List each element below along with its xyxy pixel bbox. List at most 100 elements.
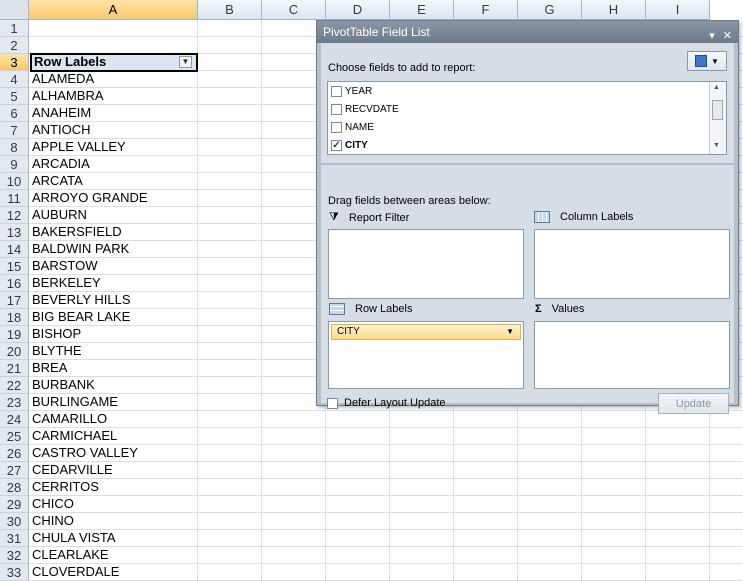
row-header-23[interactable]: 23 [0, 394, 29, 411]
city-cell[interactable]: ALHAMBRA [30, 88, 198, 104]
field-item-name[interactable]: NAME [331, 118, 374, 136]
city-cell[interactable]: CLOVERDALE [30, 564, 198, 580]
row-header-16[interactable]: 16 [0, 275, 29, 292]
city-cell[interactable]: APPLE VALLEY [30, 139, 198, 155]
city-cell[interactable]: BIG BEAR LAKE [30, 309, 198, 325]
row-header-30[interactable]: 30 [0, 513, 29, 530]
field-list-scrollbar[interactable]: ▲ ▼ [709, 82, 726, 154]
city-cell[interactable]: CLEARLAKE [30, 547, 198, 563]
column-labels-area[interactable] [534, 229, 730, 299]
city-cell[interactable]: ARROYO GRANDE [30, 190, 198, 206]
panel-title-bar[interactable]: PivotTable Field List ▾ ✕ [317, 21, 738, 43]
scroll-thumb[interactable] [712, 100, 723, 120]
city-cell[interactable]: ALAMEDA [30, 71, 198, 87]
checkbox[interactable] [331, 103, 342, 115]
city-cell[interactable]: ARCADIA [30, 156, 198, 172]
column-header-d[interactable]: D [326, 0, 390, 20]
row-header-18[interactable]: 18 [0, 309, 29, 326]
row-header-29[interactable]: 29 [0, 496, 29, 513]
row-labels-area[interactable]: CITY ▼ [328, 321, 524, 389]
update-button[interactable]: Update [658, 393, 729, 414]
select-all-corner[interactable] [0, 0, 29, 20]
row-header-3[interactable]: 3 [0, 54, 29, 71]
city-cell[interactable]: BISHOP [30, 326, 198, 342]
field-item-recvdate[interactable]: RECVDATE [331, 100, 399, 118]
column-header-c[interactable]: C [262, 0, 326, 20]
city-cell[interactable]: CEDARVILLE [30, 462, 198, 478]
row-header-6[interactable]: 6 [0, 105, 29, 122]
city-cell[interactable]: ARCATA [30, 173, 198, 189]
row-header-13[interactable]: 13 [0, 224, 29, 241]
row-header-4[interactable]: 4 [0, 71, 29, 88]
column-header-i[interactable]: I [646, 0, 710, 20]
drag-fields-label: Drag fields between areas below: [328, 195, 491, 207]
row-field-city[interactable]: CITY ▼ [331, 324, 521, 340]
column-header-e[interactable]: E [390, 0, 454, 20]
row-labels-header-cell[interactable]: Row Labels ▼ [30, 53, 198, 72]
row-header-27[interactable]: 27 [0, 462, 29, 479]
row-header-1[interactable]: 1 [0, 20, 29, 37]
field-item-year[interactable]: YEAR [331, 82, 372, 100]
chevron-down-icon[interactable]: ▼ [506, 325, 514, 339]
city-cell[interactable]: BAKERSFIELD [30, 224, 198, 240]
row-header-10[interactable]: 10 [0, 173, 29, 190]
report-filter-area[interactable] [328, 229, 524, 299]
city-cell[interactable]: BEVERLY HILLS [30, 292, 198, 308]
checkbox[interactable] [331, 121, 342, 133]
row-header-26[interactable]: 26 [0, 445, 29, 462]
city-cell[interactable]: CHINO [30, 513, 198, 529]
checkbox-checked[interactable]: ✓ [331, 139, 342, 151]
city-cell[interactable]: BURLINGAME [30, 394, 198, 410]
field-item-city[interactable]: ✓ CITY [331, 136, 368, 154]
column-header-b[interactable]: B [198, 0, 262, 20]
scroll-up-icon[interactable]: ▲ [713, 84, 720, 91]
city-cell[interactable]: BURBANK [30, 377, 198, 393]
row-header-21[interactable]: 21 [0, 360, 29, 377]
city-cell[interactable]: BREA [30, 360, 198, 376]
row-header-33[interactable]: 33 [0, 564, 29, 581]
row-header-24[interactable]: 24 [0, 411, 29, 428]
row-header-2[interactable]: 2 [0, 37, 29, 54]
city-cell[interactable]: ANAHEIM [30, 105, 198, 121]
row-header-9[interactable]: 9 [0, 156, 29, 173]
city-cell[interactable]: CHICO [30, 496, 198, 512]
row-header-31[interactable]: 31 [0, 530, 29, 547]
row-field-label: CITY [337, 326, 360, 337]
city-cell[interactable]: CARMICHAEL [30, 428, 198, 444]
row-header-32[interactable]: 32 [0, 547, 29, 564]
city-cell[interactable]: CERRITOS [30, 479, 198, 495]
city-cell[interactable]: BARSTOW [30, 258, 198, 274]
filter-dropdown-icon[interactable]: ▼ [179, 56, 192, 68]
row-header-15[interactable]: 15 [0, 258, 29, 275]
defer-layout-update[interactable]: Defer Layout Update [327, 397, 446, 409]
row-header-7[interactable]: 7 [0, 122, 29, 139]
city-cell[interactable]: CAMARILLO [30, 411, 198, 427]
checkbox[interactable] [331, 85, 342, 97]
city-cell[interactable]: BLYTHE [30, 343, 198, 359]
row-header-5[interactable]: 5 [0, 88, 29, 105]
city-cell[interactable]: AUBURN [30, 207, 198, 223]
city-cell[interactable]: ANTIOCH [30, 122, 198, 138]
column-header-h[interactable]: H [582, 0, 646, 20]
column-header-f[interactable]: F [454, 0, 518, 20]
defer-checkbox[interactable] [327, 397, 338, 409]
values-area[interactable] [534, 321, 730, 389]
row-header-17[interactable]: 17 [0, 292, 29, 309]
row-header-14[interactable]: 14 [0, 241, 29, 258]
city-cell[interactable]: CHULA VISTA [30, 530, 198, 546]
row-header-8[interactable]: 8 [0, 139, 29, 156]
row-header-12[interactable]: 12 [0, 207, 29, 224]
field-layout-button[interactable]: ▼ [687, 51, 727, 71]
row-header-22[interactable]: 22 [0, 377, 29, 394]
city-cell[interactable]: BALDWIN PARK [30, 241, 198, 257]
row-header-19[interactable]: 19 [0, 326, 29, 343]
row-header-28[interactable]: 28 [0, 479, 29, 496]
city-cell[interactable]: BERKELEY [30, 275, 198, 291]
row-header-25[interactable]: 25 [0, 428, 29, 445]
column-header-a[interactable]: A [29, 0, 198, 20]
column-header-g[interactable]: G [518, 0, 582, 20]
row-header-11[interactable]: 11 [0, 190, 29, 207]
row-header-20[interactable]: 20 [0, 343, 29, 360]
city-cell[interactable]: CASTRO VALLEY [30, 445, 198, 461]
scroll-down-icon[interactable]: ▼ [713, 142, 720, 149]
